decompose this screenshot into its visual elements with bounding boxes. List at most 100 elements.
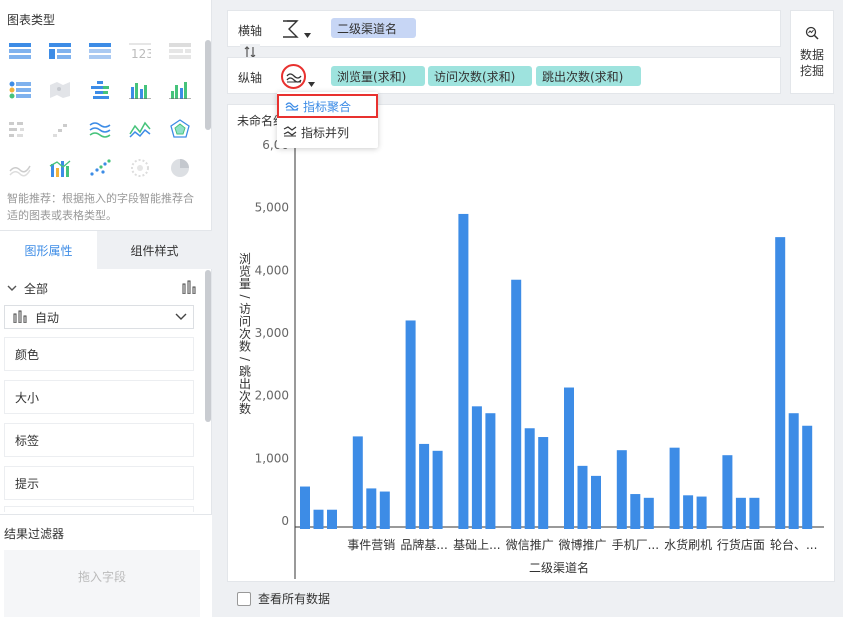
y-tick-label: 1,000 [255, 451, 289, 465]
dot-cloud-icon[interactable] [126, 157, 154, 179]
bar [432, 450, 443, 529]
dropdown-item-label: 指标聚合 [303, 99, 352, 114]
x-tick-label: 手机厂... [612, 538, 659, 552]
line-mode-icon [281, 63, 306, 89]
bar [564, 387, 574, 529]
y-axis-title-char: 数 [239, 401, 251, 416]
x-tick-label: 行货店面 [717, 537, 765, 552]
axis-switch-icon [281, 19, 301, 42]
bar [405, 320, 416, 529]
y-field-pill-visits[interactable]: 访问次数(求和) [428, 66, 532, 86]
bar [511, 279, 522, 529]
mark-type-select[interactable]: 自动 [4, 305, 194, 329]
y-axis-title-char: 数 [239, 339, 251, 354]
mining-label-line2: 挖掘 [799, 63, 824, 78]
bar [669, 447, 680, 529]
all-label: 全部 [24, 281, 49, 296]
bar-chart-small-icon [182, 280, 196, 297]
area-line-icon[interactable] [6, 157, 34, 179]
bar-mark-icon [13, 309, 27, 326]
bar [538, 437, 549, 529]
color-property[interactable]: 颜色 [4, 337, 194, 371]
bar [313, 509, 324, 529]
bar [327, 509, 337, 529]
smart-recommend-text: 智能推荐：根据拖入的字段智能推荐合适的图表或表格类型。 [7, 192, 194, 222]
multi-line-icon[interactable] [86, 118, 114, 140]
bar [591, 475, 601, 529]
pie-chart-icon[interactable] [166, 157, 194, 179]
map-icon[interactable] [46, 79, 74, 101]
mining-label-line1: 数据 [799, 47, 824, 62]
chart-type-title: 图表类型 [7, 13, 56, 27]
mining-icon [805, 26, 819, 43]
y-tick-label: 2,000 [255, 389, 289, 403]
combo-chart-icon[interactable] [46, 157, 74, 179]
show-all-data-checkbox-row[interactable]: 查看所有数据 [237, 590, 330, 607]
bar-chart-icon[interactable] [126, 79, 154, 101]
bar [802, 425, 813, 529]
bar [630, 494, 641, 529]
x-field-pill[interactable]: 二级渠道名 [331, 18, 416, 38]
bar [458, 213, 469, 529]
kpi-number-icon[interactable]: 123 [126, 40, 154, 62]
y-axis-label: 纵轴 [238, 71, 263, 85]
dropdown-item-label: 指标并列 [301, 125, 350, 140]
dropdown-item-aggregate[interactable]: 指标聚合 [277, 94, 378, 118]
line-chart-icon[interactable] [126, 118, 154, 140]
tooltip-property[interactable]: 提示 [4, 466, 194, 500]
cross-table-icon[interactable] [46, 40, 74, 62]
bar [616, 450, 627, 529]
y-axis-bar: 纵轴 浏览量(求和) 访问次数(求和) 跳出次数(求和) [227, 57, 781, 94]
x-tick-label: 轮台、... [770, 537, 817, 552]
parallel-line-icon [283, 125, 297, 140]
data-mining-button[interactable]: 数据 挖掘 [790, 10, 834, 94]
column-chart-icon[interactable] [166, 79, 194, 101]
chevron-down-icon [175, 310, 187, 324]
bar [696, 496, 707, 529]
chart-type-scrollbar[interactable] [205, 40, 211, 130]
label-property[interactable]: 标签 [4, 423, 194, 457]
bar [300, 486, 310, 529]
tab-graphic-properties[interactable]: 图形属性 [0, 231, 97, 269]
detail-table-icon[interactable] [166, 40, 194, 62]
caret-down-icon [304, 27, 311, 41]
stacked-bar-icon[interactable] [86, 79, 114, 101]
x-axis-chart-type-button[interactable] [281, 19, 311, 42]
tree-table-icon[interactable] [6, 79, 34, 101]
x-tick-label: 水货刷机 [664, 537, 712, 552]
y-field-pill-bounces[interactable]: 跳出次数(求和) [536, 66, 641, 86]
result-filter-title: 结果过滤器 [4, 527, 65, 541]
table-icon[interactable] [6, 40, 34, 62]
properties-scrollbar[interactable] [205, 270, 211, 422]
bar [366, 488, 377, 529]
y-field-pill-pageviews[interactable]: 浏览量(求和) [331, 66, 425, 86]
x-axis-title: 二级渠道名 [529, 560, 589, 575]
x-axis-bar: 横轴 二级渠道名 [227, 10, 781, 47]
dropdown-item-parallel[interactable]: 指标并列 [277, 120, 378, 144]
tab-component-style[interactable]: 组件样式 [97, 231, 212, 269]
scatter-grid-icon[interactable] [46, 118, 74, 140]
grouped-table-icon[interactable] [86, 40, 114, 62]
bar-chart: 01,0002,0003,0004,0005,0006,00浏览量/访问次数/跳… [238, 138, 824, 579]
x-tick-label: 微博推广 [558, 537, 606, 552]
all-properties-row[interactable]: 全部 [7, 280, 202, 296]
size-property[interactable]: 大小 [4, 380, 194, 414]
bar [352, 436, 363, 529]
bar [722, 455, 733, 529]
bar [683, 495, 694, 529]
scatter-chart-icon[interactable] [86, 157, 114, 179]
bar [788, 413, 799, 529]
x-tick-label: 品牌基... [400, 538, 447, 552]
bar [524, 428, 535, 529]
show-all-label: 查看所有数据 [258, 592, 331, 606]
y-axis-chart-type-button[interactable] [281, 62, 315, 90]
drag-field-dropzone[interactable]: 拖入字段 [4, 550, 200, 617]
left-panel: 图表类型 123 智能推荐：根据拖入的字段智能推荐合适的图表或表格类型。 图形属… [0, 0, 212, 617]
bar [735, 497, 746, 529]
caret-down-icon [308, 76, 315, 90]
bar [749, 497, 760, 529]
show-all-checkbox[interactable] [237, 591, 251, 606]
radar-chart-icon[interactable] [166, 118, 194, 140]
heat-grid-icon[interactable] [6, 118, 34, 140]
auto-label: 自动 [35, 310, 60, 325]
